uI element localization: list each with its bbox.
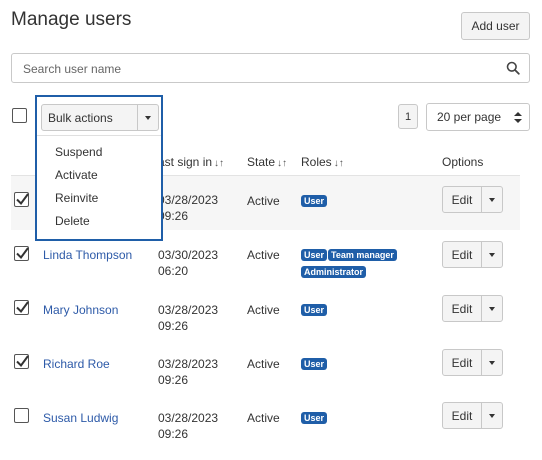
role-badge: Administrator bbox=[301, 266, 367, 278]
header-options: Options bbox=[442, 155, 484, 169]
row-edit-group: Edit bbox=[442, 402, 503, 429]
row-edit-group: Edit bbox=[442, 295, 503, 322]
sort-icon: ↓↑ bbox=[333, 158, 344, 169]
user-name-link[interactable]: Mary Johnson bbox=[43, 303, 118, 317]
row-time: 09:26 bbox=[158, 209, 189, 223]
edit-dropdown-button[interactable] bbox=[482, 350, 502, 375]
header-state-label: State bbox=[247, 155, 276, 169]
user-name-link[interactable]: Susan Ludwig bbox=[43, 411, 118, 425]
row-last-sign-in: 03/28/2023 09:26 bbox=[158, 356, 218, 388]
edit-dropdown-button[interactable] bbox=[482, 187, 502, 212]
search-box bbox=[11, 53, 530, 83]
page-button[interactable]: 1 bbox=[398, 104, 418, 129]
header-state[interactable]: State ↓↑ bbox=[247, 155, 287, 169]
caret-down-icon bbox=[489, 306, 495, 311]
row-state: Active bbox=[247, 248, 280, 262]
user-name-link[interactable]: Linda Thompson bbox=[43, 248, 132, 262]
row-state: Active bbox=[247, 357, 280, 371]
row-last-sign-in: 03/30/2023 06:20 bbox=[158, 247, 218, 279]
row-time: 09:26 bbox=[158, 427, 189, 441]
edit-button[interactable]: Edit bbox=[443, 242, 482, 267]
user-name-link[interactable]: Richard Roe bbox=[43, 357, 110, 371]
edit-button[interactable]: Edit bbox=[443, 403, 482, 428]
row-edit-group: Edit bbox=[442, 241, 503, 268]
edit-button[interactable]: Edit bbox=[443, 350, 482, 375]
role-badge: User bbox=[301, 412, 328, 424]
role-badge: Team manager bbox=[328, 249, 397, 261]
row-checkbox[interactable] bbox=[14, 408, 29, 423]
caret-down-icon bbox=[489, 197, 495, 202]
row-checkbox[interactable] bbox=[14, 300, 29, 315]
checkmark-icon bbox=[16, 301, 29, 314]
sort-icon: ↓↑ bbox=[214, 158, 225, 169]
row-edit-group: Edit bbox=[442, 349, 503, 376]
header-last-sign-in-label: ast sign in bbox=[158, 155, 213, 169]
select-updown-icon bbox=[514, 112, 522, 123]
role-badge: User bbox=[301, 358, 328, 370]
caret-down-icon bbox=[489, 252, 495, 257]
role-badge: User bbox=[301, 304, 328, 316]
row-time: 09:26 bbox=[158, 319, 189, 333]
row-checkbox[interactable] bbox=[14, 192, 29, 207]
row-state: Active bbox=[247, 411, 280, 425]
edit-dropdown-button[interactable] bbox=[482, 403, 502, 428]
checkmark-icon bbox=[16, 355, 29, 368]
add-user-button[interactable]: Add user bbox=[461, 12, 530, 40]
edit-button[interactable]: Edit bbox=[443, 296, 482, 321]
caret-down-icon bbox=[489, 413, 495, 418]
row-date: 03/28/2023 bbox=[158, 193, 219, 207]
menu-item-suspend[interactable]: Suspend bbox=[55, 145, 102, 159]
menu-item-delete[interactable]: Delete bbox=[55, 214, 90, 228]
caret-down-icon bbox=[489, 360, 495, 365]
edit-dropdown-button[interactable] bbox=[482, 242, 502, 267]
per-page-select[interactable]: 20 per page bbox=[426, 103, 530, 131]
checkmark-icon bbox=[16, 247, 29, 260]
bulk-actions-caret[interactable] bbox=[138, 105, 158, 130]
row-time: 09:26 bbox=[158, 373, 189, 387]
row-checkbox[interactable] bbox=[14, 246, 29, 261]
edit-dropdown-button[interactable] bbox=[482, 296, 502, 321]
role-badge: User bbox=[301, 249, 328, 261]
row-date: 03/28/2023 bbox=[158, 357, 219, 371]
row-date: 03/28/2023 bbox=[158, 303, 219, 317]
menu-item-reinvite[interactable]: Reinvite bbox=[55, 191, 98, 205]
row-edit-group: Edit bbox=[442, 186, 503, 213]
header-roles-label: Roles bbox=[301, 155, 332, 169]
row-date: 03/30/2023 bbox=[158, 248, 219, 262]
select-all-checkbox[interactable] bbox=[12, 108, 27, 123]
page-title: Manage users bbox=[11, 9, 132, 30]
row-last-sign-in: 03/28/2023 09:26 bbox=[158, 410, 218, 442]
edit-button[interactable]: Edit bbox=[443, 187, 482, 212]
header-last-sign-in[interactable]: ast sign in ↓↑ bbox=[158, 155, 224, 169]
row-checkbox[interactable] bbox=[14, 354, 29, 369]
row-state: Active bbox=[247, 303, 280, 317]
row-time: 06:20 bbox=[158, 264, 189, 278]
caret-down-icon bbox=[145, 115, 151, 120]
sort-icon: ↓↑ bbox=[277, 158, 288, 169]
checkmark-icon bbox=[16, 193, 29, 206]
per-page-value: 20 per page bbox=[437, 110, 502, 124]
row-last-sign-in: 03/28/2023 09:26 bbox=[158, 302, 218, 334]
bulk-actions-button[interactable]: Bulk actions bbox=[41, 104, 159, 131]
row-last-sign-in: 03/28/2023 09:26 bbox=[158, 192, 218, 224]
bulk-actions-menu: Suspend Activate Reinvite Delete bbox=[37, 135, 161, 228]
bulk-actions-label: Bulk actions bbox=[42, 105, 138, 130]
role-badge: User bbox=[301, 195, 328, 207]
row-state: Active bbox=[247, 194, 280, 208]
menu-item-activate[interactable]: Activate bbox=[55, 168, 98, 182]
search-input[interactable] bbox=[21, 61, 491, 77]
row-date: 03/28/2023 bbox=[158, 411, 219, 425]
header-roles[interactable]: Roles ↓↑ bbox=[301, 155, 344, 169]
bulk-actions-dropdown: Bulk actions Suspend Activate Reinvite D… bbox=[35, 95, 163, 241]
search-icon[interactable] bbox=[506, 61, 520, 75]
